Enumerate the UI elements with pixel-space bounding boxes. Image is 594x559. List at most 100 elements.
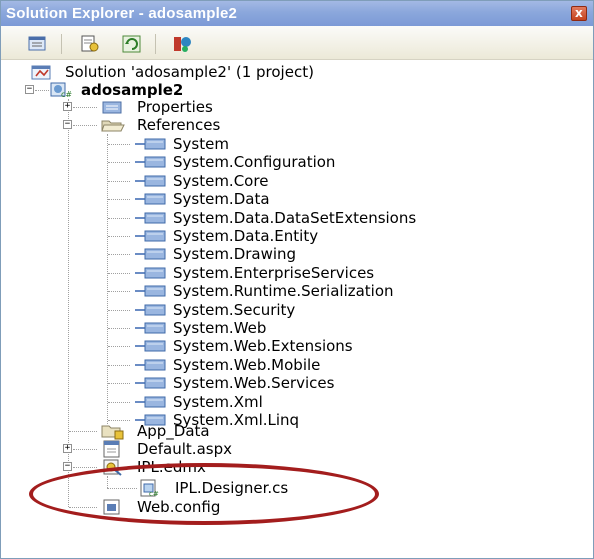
tree-node-reference[interactable]: System.Data.Entity — [135, 227, 495, 245]
project-label: adosample2 — [81, 81, 184, 99]
tree-connector — [108, 420, 130, 421]
reference-icon — [135, 359, 166, 371]
tree-connector — [108, 328, 130, 329]
tree-connector — [108, 144, 130, 145]
references-expander[interactable]: − — [63, 120, 72, 129]
tree-node-reference[interactable]: System.Web — [135, 319, 495, 337]
project-expander[interactable]: − — [25, 85, 34, 94]
view-class-diagram-button[interactable] — [171, 34, 193, 54]
tree-connector — [108, 309, 130, 311]
tree-node-web-config[interactable]: Web.config — [101, 498, 261, 516]
reference-icon — [135, 285, 166, 297]
tree-node-reference[interactable]: System.Data.DataSetExtensions — [135, 209, 495, 227]
reference-icon — [135, 175, 166, 187]
tree-node-app-data[interactable]: App_Data — [101, 422, 261, 440]
tree-node-reference[interactable]: System.Web.Services — [135, 374, 495, 392]
toolbar-separator — [61, 34, 62, 54]
window-title: Solution Explorer - adosample2 — [6, 5, 238, 22]
tree-node-reference[interactable]: System.Runtime.Serialization — [135, 282, 495, 300]
tree-connector — [73, 449, 97, 450]
tree-node-reference[interactable]: System.Security — [135, 301, 495, 319]
tree-node-ipl-edmx[interactable]: IPL.edmx — [101, 458, 261, 476]
edmx-label: IPL.edmx — [137, 458, 206, 476]
title-bar[interactable]: Solution Explorer - adosample2 x — [1, 1, 593, 26]
tree-connector — [108, 217, 130, 219]
web-config-label: Web.config — [137, 498, 221, 516]
reference-label: System.Drawing — [173, 245, 297, 264]
tree-node-solution[interactable]: Solution 'adosample2' (1 project) — [31, 63, 391, 81]
reference-icon — [135, 230, 166, 242]
tree-connector — [108, 291, 130, 293]
tree-node-properties[interactable]: Properties — [101, 98, 261, 116]
properties-button[interactable] — [79, 34, 101, 54]
reference-label: System.Core — [173, 171, 269, 190]
reference-label: System.Web.Extensions — [173, 337, 353, 356]
tree-node-reference[interactable]: System.Web.Mobile — [135, 356, 495, 374]
tree-connector — [108, 236, 130, 237]
tree-node-ipl-designer[interactable]: c# IPL.Designer.cs — [139, 479, 339, 497]
tree-connector — [108, 199, 130, 201]
show-all-files-button[interactable] — [27, 34, 49, 54]
default-aspx-expander[interactable]: + — [63, 444, 72, 453]
close-icon: x — [575, 6, 583, 20]
properties-icon — [81, 35, 99, 52]
reference-label: System.Security — [173, 300, 296, 319]
tree-connector — [108, 162, 130, 164]
close-button[interactable]: x — [571, 6, 587, 21]
tree-node-reference[interactable]: System.Drawing — [135, 245, 495, 263]
tree-connector — [108, 272, 130, 274]
folder-icon — [101, 425, 124, 440]
reference-label: System — [173, 135, 229, 153]
tree-node-project[interactable]: c# adosample2 — [49, 81, 249, 99]
reference-label: System.Web.Services — [173, 374, 335, 393]
properties-folder-icon — [102, 101, 122, 114]
reference-label: System.Configuration — [173, 153, 336, 172]
reference-label: System.Data — [173, 190, 270, 209]
config-file-icon — [103, 499, 120, 515]
tree-connector — [73, 107, 97, 108]
reference-label: System.Data.Entity — [173, 227, 319, 245]
reference-label: System.Data.DataSetExtensions — [173, 208, 417, 227]
tree-node-reference[interactable]: System.Web.Extensions — [135, 337, 495, 355]
properties-label: Properties — [137, 98, 213, 116]
tree-node-reference[interactable]: System.EnterpriseServices — [135, 264, 495, 282]
tree-connector — [107, 134, 108, 424]
tree-connector — [73, 125, 97, 126]
class-diagram-icon — [174, 37, 191, 52]
properties-expander[interactable]: + — [63, 102, 72, 111]
refresh-icon — [122, 35, 141, 53]
edmx-model-icon — [103, 459, 122, 476]
tree-node-default-aspx[interactable]: Default.aspx — [101, 440, 281, 458]
solution-tree: Solution 'adosample2' (1 project) − c# a… — [1, 61, 593, 559]
open-folder-icon — [101, 120, 125, 132]
refresh-button[interactable] — [121, 34, 143, 54]
tree-node-reference[interactable]: System — [135, 135, 495, 153]
reference-label: System.Web.Mobile — [173, 355, 321, 374]
tree-connector — [108, 383, 130, 385]
solution-label: Solution 'adosample2' (1 project) — [65, 63, 314, 81]
solution-icon — [31, 65, 51, 80]
tree-node-references[interactable]: References — [101, 116, 261, 134]
reference-label: System.Xml — [173, 392, 263, 411]
reference-icon — [135, 304, 166, 316]
references-label: References — [137, 116, 221, 134]
tree-node-reference[interactable]: System.Core — [135, 172, 495, 190]
tree-connector — [107, 488, 137, 489]
reference-icon — [135, 138, 166, 150]
reference-label: System.Runtime.Serialization — [173, 282, 394, 301]
designer-label: IPL.Designer.cs — [175, 479, 289, 497]
tree-node-reference[interactable]: System.Data — [135, 190, 495, 208]
reference-icon — [135, 377, 166, 389]
edmx-expander[interactable]: − — [63, 462, 72, 471]
tree-node-reference[interactable]: System.Xml — [135, 393, 495, 411]
tree-connector — [107, 476, 108, 488]
show-all-files-icon — [28, 36, 46, 51]
reference-icon — [135, 340, 166, 352]
aspx-file-icon — [103, 440, 120, 458]
tree-node-reference[interactable]: System.Configuration — [135, 153, 495, 171]
reference-icon — [135, 248, 166, 260]
tree-connector — [69, 507, 97, 508]
tree-connector — [108, 254, 130, 256]
default-aspx-label: Default.aspx — [137, 440, 232, 458]
reference-label: System.Web — [173, 319, 267, 337]
